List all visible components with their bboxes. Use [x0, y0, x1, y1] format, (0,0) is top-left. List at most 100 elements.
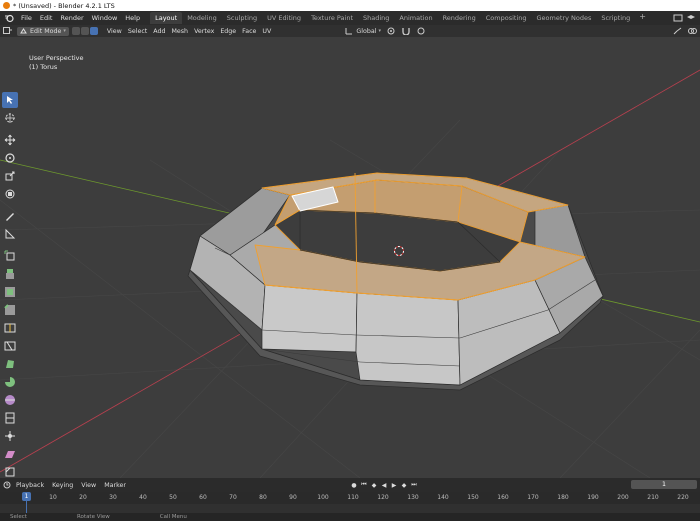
3d-viewport[interactable]: User Perspective (1) Torus [0, 37, 700, 478]
chevron-down-icon: ▾ [378, 28, 381, 34]
current-frame-field[interactable]: 1 [631, 480, 697, 489]
transform-icon[interactable] [2, 186, 18, 202]
menu-edit[interactable]: Edit [36, 12, 57, 24]
proportional-edit-toggle[interactable] [414, 26, 429, 36]
menu-window[interactable]: Window [88, 12, 122, 24]
tab-animation[interactable]: Animation [394, 12, 437, 24]
menu-mesh[interactable]: Mesh [168, 26, 191, 36]
jump-key-forward-icon[interactable]: ◆ [400, 481, 408, 489]
inset-icon[interactable] [2, 284, 18, 300]
timeline-keying-menu[interactable]: Keying [48, 482, 77, 489]
timeline-ruler[interactable]: 10 20 30 40 50 60 70 80 90 100 110 120 1… [0, 492, 700, 504]
menu-select[interactable]: Select [125, 26, 150, 36]
tab-scripting[interactable]: Scripting [596, 12, 635, 24]
scale-icon[interactable] [2, 168, 18, 184]
menu-file[interactable]: File [17, 12, 36, 24]
play-icon[interactable]: ▶ [390, 481, 398, 489]
tab-rendering[interactable]: Rendering [438, 12, 481, 24]
tick-label: 40 [139, 494, 147, 501]
menu-view[interactable]: View [104, 26, 125, 36]
scene-icon[interactable] [673, 13, 683, 23]
mode-selector[interactable]: Edit Mode ▾ [17, 26, 69, 36]
viewport-info: User Perspective (1) Torus [29, 54, 84, 72]
menu-render[interactable]: Render [56, 12, 87, 24]
tab-geometry-nodes[interactable]: Geometry Nodes [532, 12, 597, 24]
playback-controls: ● ⏮ ◆ ◀ ▶ ◆ ⏭ [350, 481, 418, 489]
menu-add[interactable]: Add [150, 26, 168, 36]
poly-build-icon[interactable] [2, 356, 18, 372]
knife-icon[interactable] [2, 338, 18, 354]
playhead-frame-label[interactable]: 1 [22, 492, 31, 501]
timeline-view-menu[interactable]: View [77, 482, 100, 489]
tick-label: 90 [289, 494, 297, 501]
face-select-button[interactable] [89, 27, 98, 35]
jump-key-back-icon[interactable]: ◆ [370, 481, 378, 489]
jump-start-icon[interactable]: ⏮ [360, 481, 368, 489]
shrink-fatten-icon[interactable] [2, 428, 18, 444]
annotate-icon[interactable] [2, 208, 18, 224]
chevron-down-icon: ▾ [63, 28, 66, 34]
window-title: * (Unsaved) - Blender 4.2.1 LTS [13, 1, 115, 10]
tick-label: 190 [587, 494, 599, 501]
edit-mode-icon [20, 27, 27, 33]
add-cube-icon[interactable] [2, 248, 18, 264]
object-label: (1) Torus [29, 63, 58, 71]
edge-slide-icon[interactable] [2, 410, 18, 426]
view-layer-icon[interactable] [686, 13, 696, 23]
tab-layout[interactable]: Layout [150, 12, 183, 24]
menu-vertex[interactable]: Vertex [191, 26, 217, 36]
transform-orientation-dropdown[interactable]: Global ▾ [342, 26, 384, 36]
select-box-icon[interactable] [2, 92, 18, 108]
tab-uv-editing[interactable]: UV Editing [262, 12, 306, 24]
clock-icon[interactable] [3, 481, 12, 489]
rotate-icon[interactable] [2, 150, 18, 166]
tick-label: 170 [527, 494, 539, 501]
jump-end-icon[interactable]: ⏭ [410, 481, 418, 489]
tab-sculpting[interactable]: Sculpting [222, 12, 262, 24]
cursor-icon[interactable] [2, 110, 18, 126]
auto-key-icon[interactable]: ● [350, 481, 358, 489]
overlay-toggle[interactable] [685, 26, 700, 36]
torus-mesh[interactable] [187, 172, 604, 391]
menu-face[interactable]: Face [239, 26, 259, 36]
status-select: Select [10, 514, 27, 520]
loop-cut-icon[interactable] [2, 320, 18, 336]
proportional-icon [417, 27, 425, 35]
blender-menu-icon[interactable] [3, 12, 15, 24]
tab-modeling[interactable]: Modeling [182, 12, 222, 24]
gizmo-toggle[interactable] [670, 26, 685, 36]
pivot-point-dropdown[interactable] [384, 26, 399, 36]
menu-edge[interactable]: Edge [217, 26, 239, 36]
axis-icon [345, 28, 353, 35]
smooth-icon[interactable] [2, 392, 18, 408]
move-icon[interactable] [2, 132, 18, 148]
pivot-icon [387, 27, 395, 35]
tick-label: 120 [377, 494, 389, 501]
spin-icon[interactable] [2, 374, 18, 390]
viewport-canvas[interactable] [0, 37, 700, 478]
tab-shading[interactable]: Shading [358, 12, 394, 24]
extrude-icon[interactable] [2, 266, 18, 282]
add-workspace-button[interactable]: + [635, 12, 650, 24]
status-rotate-view: Rotate View [76, 514, 110, 520]
overlay-icon [688, 28, 697, 34]
menu-help[interactable]: Help [121, 12, 144, 24]
snap-toggle[interactable] [399, 26, 414, 36]
tick-label: 60 [199, 494, 207, 501]
rip-icon[interactable] [2, 464, 18, 478]
edge-select-button[interactable] [80, 27, 89, 35]
measure-icon[interactable] [2, 226, 18, 242]
timeline-marker-menu[interactable]: Marker [100, 482, 130, 489]
mode-label: Edit Mode [30, 27, 62, 35]
tick-label: 130 [407, 494, 419, 501]
tab-texture-paint[interactable]: Texture Paint [306, 12, 358, 24]
tab-compositing[interactable]: Compositing [481, 12, 532, 24]
vertex-select-button[interactable] [71, 27, 80, 35]
timeline-playback-menu[interactable]: Playback [12, 482, 48, 489]
bevel-icon[interactable] [2, 302, 18, 318]
shear-icon[interactable] [2, 446, 18, 462]
menu-uv[interactable]: UV [259, 26, 274, 36]
play-reverse-icon[interactable]: ◀ [380, 481, 388, 489]
editor-type-button[interactable] [0, 26, 15, 36]
perspective-label: User Perspective [29, 54, 84, 62]
